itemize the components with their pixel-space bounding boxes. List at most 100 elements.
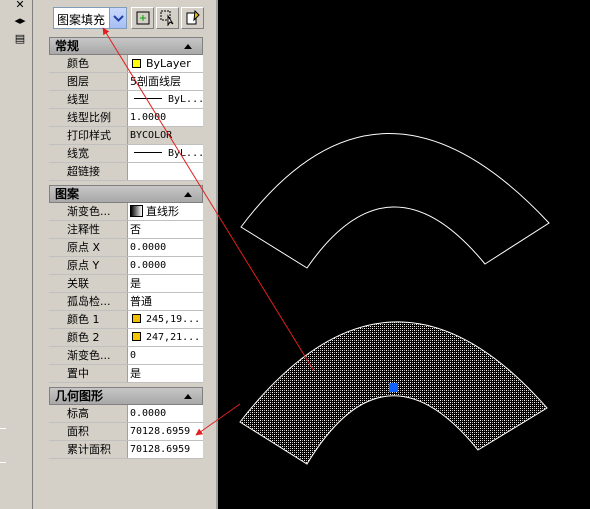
strip-tick [0, 428, 6, 429]
prop-value-text: ByLayer [146, 57, 191, 70]
prop-row-color-1[interactable]: 颜色 1 245,19... [49, 311, 203, 329]
prop-label: 渐变色... [49, 203, 128, 220]
prop-row-origin-y[interactable]: 原点 Y 0.0000 [49, 257, 203, 275]
lineweight-preview [134, 152, 162, 153]
grip-point[interactable] [389, 383, 398, 392]
quick-select-button[interactable] [181, 7, 204, 29]
prop-value[interactable]: ByL... [128, 145, 203, 162]
prop-label: 打印样式 [49, 127, 128, 144]
prop-label: 颜色 1 [49, 311, 128, 328]
prop-row-annotative[interactable]: 注释性否 [49, 221, 203, 239]
prop-value-text: ByL... [168, 94, 203, 105]
strip-tick [0, 462, 6, 463]
prop-row-centered[interactable]: 置中是 [49, 365, 203, 383]
prop-value[interactable]: 247,21... [128, 329, 203, 346]
prop-value-text: ByL... [168, 148, 203, 159]
section-general: 常规 颜色 ByLayer 图层 5剖面线层 线型 ByL... 线型比例 1.0000… [49, 37, 203, 181]
prop-row-plotstyle[interactable]: 打印样式 BYCOLOR [49, 127, 203, 145]
object-type-select[interactable]: 图案填充 [53, 7, 127, 29]
prop-row-lineweight[interactable]: 线宽 ByL... [49, 145, 203, 163]
section-header-pattern[interactable]: 图案 [49, 185, 203, 203]
prop-value[interactable]: 1.0000 [128, 109, 203, 126]
hatched-annular-sector[interactable] [239, 321, 548, 465]
section-header-geometry[interactable]: 几何图形 [49, 387, 203, 405]
prop-label: 颜色 [49, 55, 128, 72]
section-pattern: 图案 渐变色... 直线形 注释性否 原点 X 0.0000 原点 Y 0.0000 … [49, 185, 203, 383]
prop-value[interactable]: 普通 [128, 293, 203, 310]
prop-row-elevation[interactable]: 标高 0.0000 [49, 405, 203, 423]
autohide-icon[interactable]: ◂▸ [12, 14, 28, 28]
section-header-general[interactable]: 常规 [49, 37, 203, 55]
prop-row-hyperlink[interactable]: 超链接 [49, 163, 203, 181]
prop-label: 累计面积 [49, 441, 128, 458]
gradient-preview [130, 205, 143, 217]
prop-label: 线型 [49, 91, 128, 108]
prop-row-cumulative-area[interactable]: 累计面积 70128.6959 [49, 441, 203, 459]
palette-toolbar: 图案填充 [33, 0, 218, 34]
prop-row-layer[interactable]: 图层 5剖面线层 [49, 73, 203, 91]
close-icon[interactable]: ✕ [12, 0, 28, 12]
prop-value-text: 直线形 [146, 205, 179, 218]
collapse-icon[interactable] [184, 44, 192, 49]
prop-value[interactable] [128, 163, 203, 180]
prop-label: 注释性 [49, 221, 128, 238]
linetype-preview [134, 98, 162, 99]
prop-label: 关联 [49, 275, 128, 292]
annular-sector-outline[interactable] [240, 133, 550, 269]
prop-row-origin-x[interactable]: 原点 X 0.0000 [49, 239, 203, 257]
prop-label: 线宽 [49, 145, 128, 162]
prop-label: 标高 [49, 405, 128, 422]
prop-label: 图层 [49, 73, 128, 90]
quick-select-icon [186, 10, 200, 25]
prop-value[interactable]: 是 [128, 275, 203, 292]
select-objects-button[interactable] [156, 7, 179, 29]
prop-row-gradient-name[interactable]: 渐变色... 直线形 [49, 203, 203, 221]
section-title: 图案 [55, 187, 80, 201]
prop-value[interactable]: 是 [128, 365, 203, 382]
select-objects-icon [160, 10, 174, 26]
prop-row-color[interactable]: 颜色 ByLayer [49, 55, 203, 73]
prop-row-associative[interactable]: 关联是 [49, 275, 203, 293]
prop-value[interactable]: 0.0000 [128, 239, 203, 256]
prop-row-area[interactable]: 面积 70128.6959 [49, 423, 203, 441]
section-geometry: 几何图形 标高 0.0000 面积 70128.6959 累计面积 70128.695… [49, 387, 203, 459]
collapse-icon[interactable] [184, 192, 192, 197]
prop-value[interactable]: 0 [128, 347, 203, 364]
color-swatch [132, 314, 141, 323]
prop-row-linetype[interactable]: 线型 ByL... [49, 91, 203, 109]
prop-value[interactable]: 5剖面线层 [128, 73, 203, 90]
prop-row-ltscale[interactable]: 线型比例 1.0000 [49, 109, 203, 127]
palette-title-strip: ✕ ◂▸ ▤ [0, 0, 33, 509]
prop-label: 原点 X [49, 239, 128, 256]
prop-value[interactable]: 245,19... [128, 311, 203, 328]
prop-value[interactable]: ByLayer [128, 55, 203, 72]
prop-label: 线型比例 [49, 109, 128, 126]
prop-label: 孤岛检... [49, 293, 128, 310]
properties-palette: 图案填充 常规 颜色 ByLayer 图层 5剖面线层 线型 ByL... 线型比例 1… [33, 0, 218, 509]
prop-row-island-detection[interactable]: 孤岛检... 普通 [49, 293, 203, 311]
prop-label: 置中 [49, 365, 128, 382]
prop-value: BYCOLOR [128, 127, 203, 144]
collapse-icon[interactable] [184, 394, 192, 399]
prop-value[interactable]: 否 [128, 221, 203, 238]
prop-label: 超链接 [49, 163, 128, 180]
prop-label: 原点 Y [49, 257, 128, 274]
prop-value[interactable]: 0.0000 [128, 405, 203, 422]
prop-value[interactable]: 直线形 [128, 203, 203, 220]
prop-label: 颜色 2 [49, 329, 128, 346]
prop-value-text: 247,21... [146, 332, 201, 343]
prop-label: 渐变色... [49, 347, 128, 364]
prop-value[interactable]: ByL... [128, 91, 203, 108]
color-swatch [132, 59, 141, 68]
prop-row-color-2[interactable]: 颜色 2 247,21... [49, 329, 203, 347]
prop-row-gradient-angle[interactable]: 渐变色... 0 [49, 347, 203, 365]
color-swatch [132, 332, 141, 341]
prop-value[interactable]: 70128.6959 [128, 423, 203, 440]
prop-value[interactable]: 0.0000 [128, 257, 203, 274]
chevron-down-icon[interactable] [109, 8, 126, 28]
prop-value-text: 245,19... [146, 314, 201, 325]
properties-icon[interactable]: ▤ [12, 32, 28, 46]
prop-value[interactable]: 70128.6959 [128, 441, 203, 458]
pickadd-toggle-button[interactable] [131, 7, 154, 29]
object-type-value: 图案填充 [57, 13, 106, 27]
